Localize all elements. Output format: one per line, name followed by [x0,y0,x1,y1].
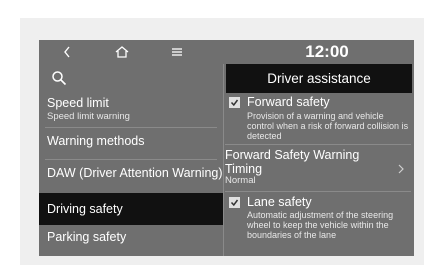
settings-menu: Speed limit Speed limit warning Warning … [39,64,223,256]
infotainment-screen: 12:00 Speed limit Speed limit warning Wa… [39,40,414,256]
forward-safety-description: Provision of a warning and vehicle contr… [247,111,409,141]
menu-item-parking-safety[interactable]: Parking safety [39,230,223,245]
divider [45,127,217,128]
menu-item-daw[interactable]: DAW (Driver Attention Warning) [39,166,223,181]
search-button[interactable] [51,70,73,92]
menu-item-label: DAW (Driver Attention Warning) [47,166,223,180]
checkmark-icon [230,99,239,107]
menu-item-sublabel: Speed limit warning [47,111,130,122]
menu-item-speed-limit[interactable]: Speed limit Speed limit warning [39,96,223,122]
panel-header: Driver assistance [226,64,412,93]
chevron-right-icon[interactable] [398,163,404,177]
menu-item-label: Driving safety [47,201,123,216]
chevron-left-icon [64,46,70,58]
menu-item-label: Warning methods [47,134,145,148]
top-bar: 12:00 [39,40,414,64]
fsw-timing-label[interactable]: Forward Safety Warning Timing [225,148,390,176]
checkmark-icon [230,199,239,207]
lane-safety-description: Automatic adjustment of the steering whe… [247,210,394,240]
divider [45,159,217,160]
divider [225,144,411,145]
menu-icon [172,48,182,56]
lane-safety-checkbox[interactable] [229,197,240,208]
pane-divider [223,64,224,256]
menu-item-label: Parking safety [47,230,127,244]
clock: 12:00 [305,42,349,61]
home-icon [115,46,129,58]
menu-item-driving-safety[interactable]: Driving safety [39,193,223,225]
forward-safety-label[interactable]: Forward safety [247,95,407,109]
settings-detail: Driver assistance Forward safety Provisi… [225,64,414,256]
back-button[interactable] [53,40,81,64]
search-icon [52,71,67,86]
fsw-timing-value: Normal [225,175,256,186]
home-button[interactable] [108,40,136,64]
divider [225,191,411,192]
forward-safety-checkbox[interactable] [229,97,240,108]
menu-button[interactable] [163,40,191,64]
menu-item-label: Speed limit [47,96,109,110]
menu-item-warning-methods[interactable]: Warning methods [39,134,223,149]
lane-safety-label[interactable]: Lane safety [247,195,312,209]
